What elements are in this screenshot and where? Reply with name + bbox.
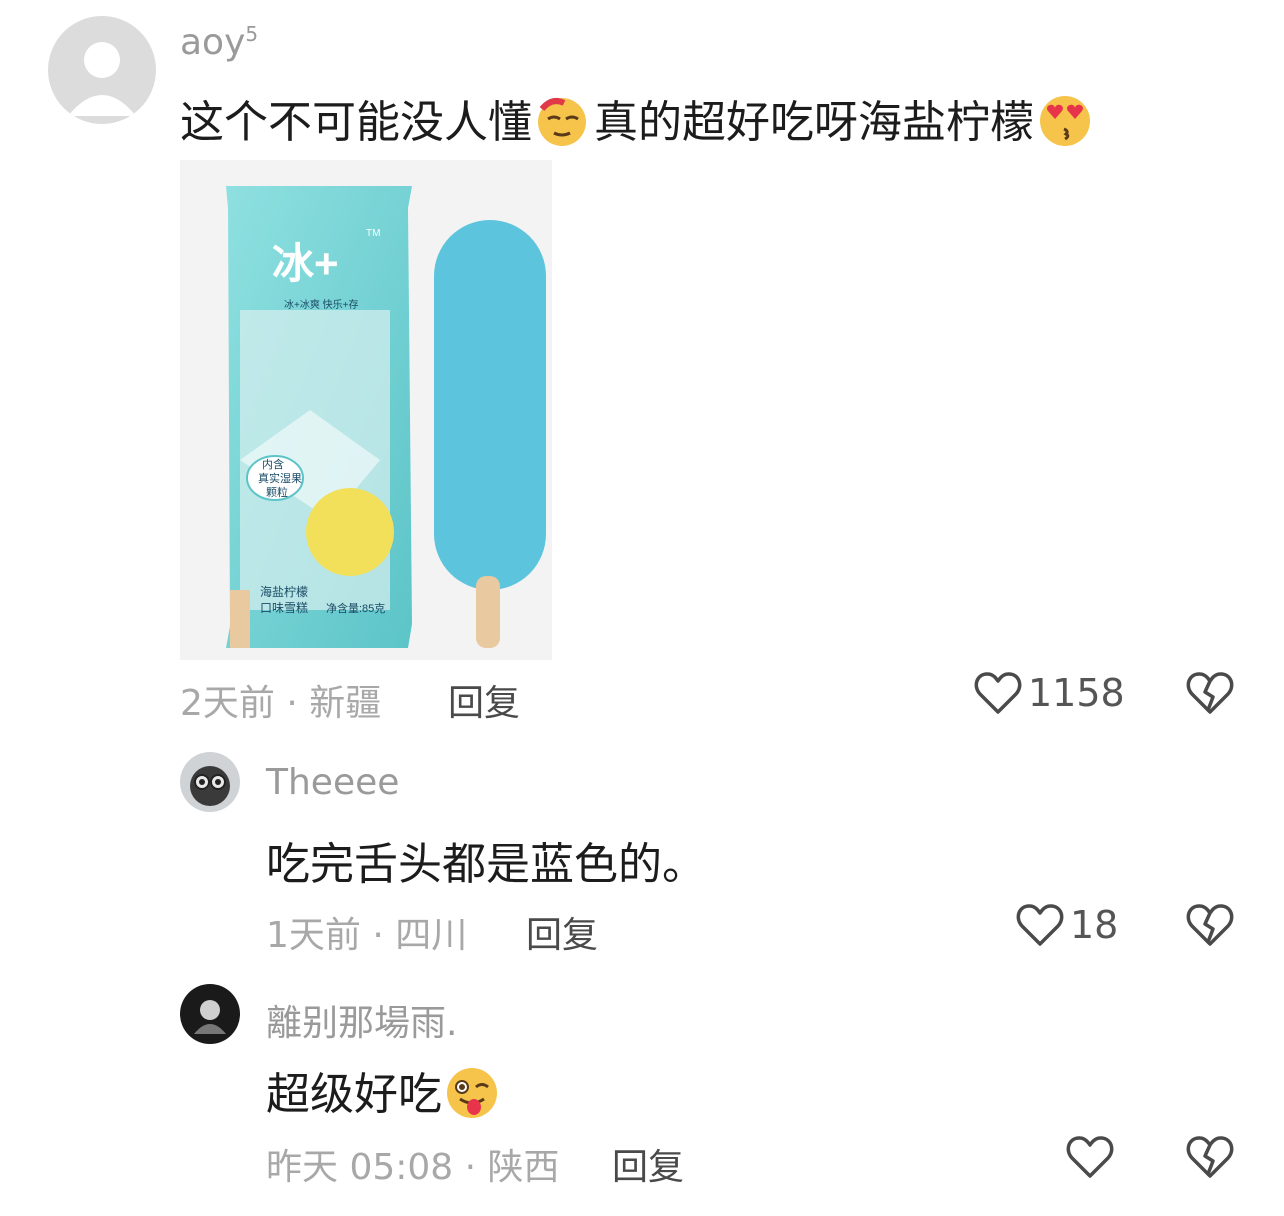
comment-time-location: 2天前 · 新疆	[180, 683, 382, 724]
broken-heart-icon	[1186, 672, 1234, 714]
reply-button[interactable]: 回复	[612, 1138, 684, 1190]
comment-username[interactable]: aoy5	[180, 22, 258, 63]
net-weight-text: 净含量:85克	[326, 601, 385, 615]
heart-eyes-kiss-emoji-icon	[1034, 93, 1096, 158]
lemon-illustration	[306, 488, 394, 576]
dislike-button[interactable]	[1186, 670, 1234, 716]
popsicle-illustration	[434, 220, 546, 590]
like-button[interactable]: 1158	[974, 670, 1125, 716]
avatar[interactable]	[180, 752, 240, 812]
comment-time-location: 1天前 · 四川	[266, 915, 468, 956]
like-button[interactable]	[1066, 1134, 1120, 1180]
user-level-badge: 5	[245, 22, 259, 46]
heart-icon	[974, 670, 1022, 716]
default-avatar-icon	[68, 42, 136, 116]
like-button[interactable]: 18	[1016, 902, 1118, 948]
trademark-text: TM	[366, 228, 380, 239]
avatar[interactable]	[180, 984, 240, 1044]
dark-photo-avatar-icon	[194, 1000, 226, 1034]
broken-heart-icon	[1186, 904, 1234, 946]
like-count: 18	[1070, 903, 1119, 947]
comment-username[interactable]: 離别那場雨.	[266, 994, 457, 1046]
dislike-button[interactable]	[1186, 1134, 1234, 1180]
heart-icon	[1066, 1134, 1114, 1180]
comment-text: 超级好吃	[266, 1058, 504, 1130]
reply-button[interactable]: 回复	[448, 674, 520, 726]
tongue-wink-emoji-icon	[442, 1065, 504, 1130]
badge-line-3: 颗粒	[266, 485, 288, 499]
heart-icon	[1016, 902, 1064, 948]
comment-text: 吃完舌头都是蓝色的。	[266, 839, 706, 890]
reply-button[interactable]: 回复	[526, 906, 598, 958]
slogan-text: 冰+冰爽 快乐+存	[284, 298, 358, 311]
comment-time-location: 昨天 05:08 · 陕西	[266, 1147, 560, 1188]
badge-line-1: 内含	[262, 457, 284, 471]
comment-text: 这个不可能没人懂 真的超好吃呀海盐柠檬	[180, 86, 1096, 158]
broken-heart-icon	[1186, 1136, 1234, 1178]
brand-logo: 冰+	[272, 240, 339, 287]
badge-line-2: 真实湿果	[258, 471, 302, 485]
comment-username[interactable]: Theeee	[266, 762, 399, 803]
goggles-character-avatar-icon	[190, 766, 230, 806]
flavor-line-1: 海盐柠檬	[260, 584, 308, 599]
comment-image[interactable]: 冰+ TM 冰+冰爽 快乐+存 内含 真实湿果 颗粒 海盐柠檬 口味雪糕 净含量…	[180, 160, 552, 660]
like-count: 1158	[1028, 671, 1125, 715]
avatar[interactable]	[48, 16, 156, 124]
dizzy-smirk-emoji-icon	[532, 93, 594, 158]
popsicle-product-photo: 冰+ TM 冰+冰爽 快乐+存 内含 真实湿果 颗粒 海盐柠檬 口味雪糕 净含量…	[226, 186, 546, 648]
dislike-button[interactable]	[1186, 902, 1234, 948]
flavor-line-2: 口味雪糕	[260, 601, 308, 615]
